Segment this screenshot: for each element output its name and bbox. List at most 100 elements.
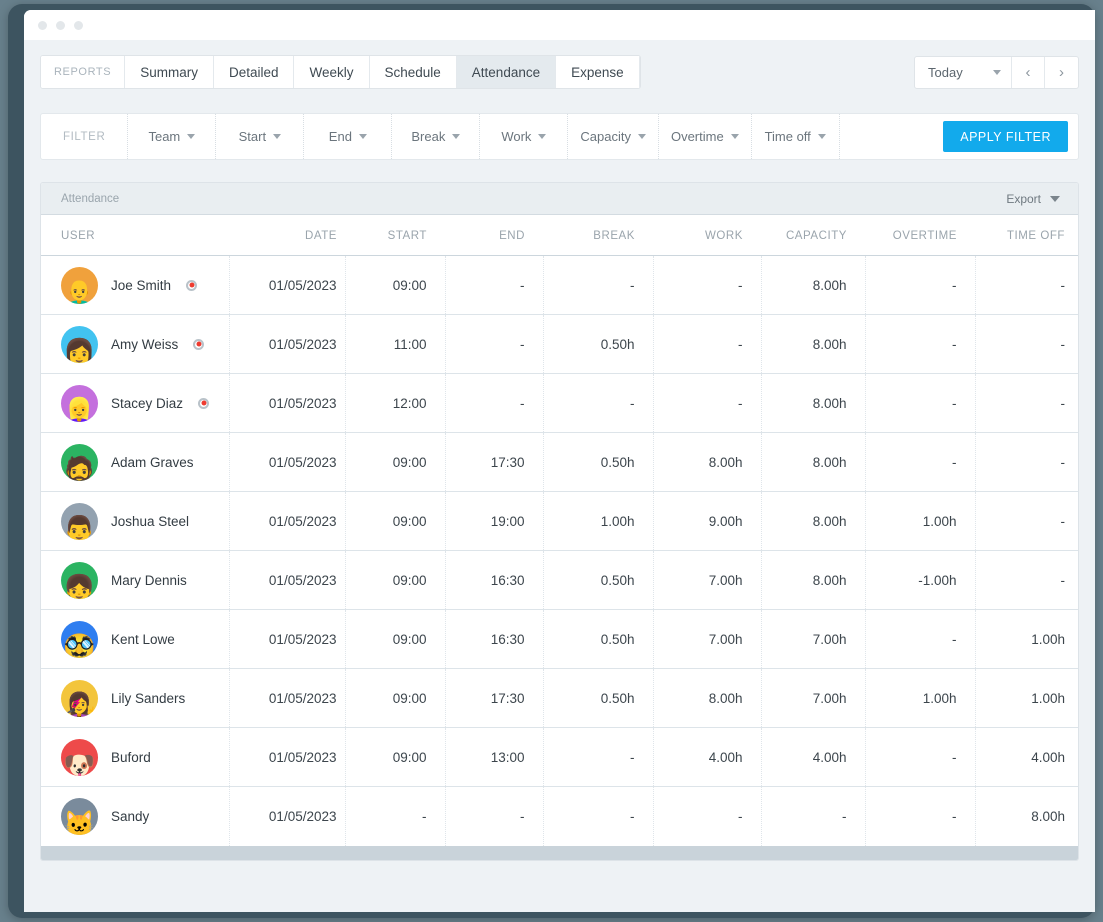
filter-overtime[interactable]: Overtime — [659, 114, 752, 159]
attendance-table: USER DATE START END BREAK WORK CAPACITY … — [41, 215, 1079, 846]
cell-capacity: 4.00h — [761, 728, 865, 787]
cell-user: 👩Amy Weiss — [41, 315, 229, 374]
table-row[interactable]: 👱‍♀️Stacey Diaz01/05/202312:00---8.00h-- — [41, 374, 1079, 433]
tab-expense[interactable]: Expense — [556, 56, 640, 88]
cell-start: 12:00 — [345, 374, 445, 433]
cell-break: - — [543, 256, 653, 315]
chevron-down-icon — [273, 134, 281, 139]
cell-date: 01/05/2023 — [229, 610, 345, 669]
chevron-down-icon — [1050, 196, 1060, 202]
top-navigation: REPORTS SummaryDetailedWeeklyScheduleAtt… — [40, 54, 1079, 90]
cell-date: 01/05/2023 — [229, 787, 345, 846]
date-range-value: Today — [928, 65, 963, 80]
table-row[interactable]: 👩‍🎤Lily Sanders01/05/202309:0017:300.50h… — [41, 669, 1079, 728]
cell-end: 13:00 — [445, 728, 543, 787]
filter-item-label: Start — [239, 129, 266, 144]
chevron-down-icon — [818, 134, 826, 139]
filter-break[interactable]: Break — [392, 114, 480, 159]
chevron-down-icon — [731, 134, 739, 139]
cell-end: 17:30 — [445, 433, 543, 492]
table-row[interactable]: 👨Joshua Steel01/05/202309:0019:001.00h9.… — [41, 492, 1079, 551]
column-header-user: USER — [41, 215, 229, 256]
user-name: Mary Dennis — [111, 573, 187, 588]
cell-work: 7.00h — [653, 610, 761, 669]
column-header-break: BREAK — [543, 215, 653, 256]
avatar: 🥸 — [61, 621, 98, 658]
filter-end[interactable]: End — [304, 114, 392, 159]
apply-filter-button[interactable]: APPLY FILTER — [943, 121, 1068, 152]
table-row[interactable]: 🥸Kent Lowe01/05/202309:0016:300.50h7.00h… — [41, 610, 1079, 669]
cell-user: 👨‍🦲Joe Smith — [41, 256, 229, 315]
window-titlebar — [24, 10, 1095, 40]
cell-start: 09:00 — [345, 256, 445, 315]
cell-capacity: - — [761, 787, 865, 846]
tab-schedule[interactable]: Schedule — [370, 56, 457, 88]
tab-summary[interactable]: Summary — [125, 56, 214, 88]
cell-capacity: 7.00h — [761, 669, 865, 728]
cell-capacity: 8.00h — [761, 256, 865, 315]
filter-item-label: Break — [411, 129, 445, 144]
window-minimize-dot[interactable] — [56, 21, 65, 30]
filter-start[interactable]: Start — [216, 114, 304, 159]
user-cell: 👨Joshua Steel — [61, 503, 229, 540]
table-row[interactable]: 🧔Adam Graves01/05/202309:0017:300.50h8.0… — [41, 433, 1079, 492]
cell-overtime: - — [865, 256, 975, 315]
cell-end: - — [445, 787, 543, 846]
cell-user: 🥸Kent Lowe — [41, 610, 229, 669]
user-name: Adam Graves — [111, 455, 194, 470]
cell-end: 19:00 — [445, 492, 543, 551]
cell-start: 09:00 — [345, 551, 445, 610]
table-row[interactable]: 👧Mary Dennis01/05/202309:0016:300.50h7.0… — [41, 551, 1079, 610]
filter-capacity[interactable]: Capacity — [568, 114, 659, 159]
user-name: Joshua Steel — [111, 514, 189, 529]
cell-overtime: -1.00h — [865, 551, 975, 610]
cell-date: 01/05/2023 — [229, 551, 345, 610]
cell-break: 0.50h — [543, 315, 653, 374]
filter-work[interactable]: Work — [480, 114, 568, 159]
cell-time-off: - — [975, 315, 1079, 374]
user-cell: 🐱Sandy — [61, 798, 229, 835]
user-cell: 👧Mary Dennis — [61, 562, 229, 599]
cell-time-off: - — [975, 374, 1079, 433]
browser-window: REPORTS SummaryDetailedWeeklyScheduleAtt… — [24, 10, 1095, 912]
window-close-dot[interactable] — [38, 21, 47, 30]
filter-label: FILTER — [41, 114, 128, 159]
tab-detailed[interactable]: Detailed — [214, 56, 295, 88]
window-maximize-dot[interactable] — [74, 21, 83, 30]
table-row[interactable]: 👨‍🦲Joe Smith01/05/202309:00---8.00h-- — [41, 256, 1079, 315]
user-cell: 🧔Adam Graves — [61, 444, 229, 481]
report-tabs: REPORTS SummaryDetailedWeeklyScheduleAtt… — [40, 55, 641, 89]
tab-attendance[interactable]: Attendance — [457, 56, 556, 88]
cell-break: - — [543, 787, 653, 846]
prev-period-button[interactable]: ‹ — [1012, 57, 1045, 88]
filter-team[interactable]: Team — [128, 114, 216, 159]
export-dropdown[interactable]: Export — [1006, 192, 1060, 206]
cell-break: 1.00h — [543, 492, 653, 551]
cell-time-off: 1.00h — [975, 610, 1079, 669]
cell-user: 🧔Adam Graves — [41, 433, 229, 492]
next-period-button[interactable]: › — [1045, 57, 1078, 88]
filter-time-off[interactable]: Time off — [752, 114, 840, 159]
chevron-down-icon — [538, 134, 546, 139]
date-range-select[interactable]: Today — [915, 57, 1012, 88]
chevron-down-icon — [452, 134, 460, 139]
user-name: Stacey Diaz — [111, 396, 183, 411]
filter-spacer — [840, 114, 944, 159]
reports-label: REPORTS — [41, 56, 125, 88]
cell-user: 🐱Sandy — [41, 787, 229, 846]
cell-work: 9.00h — [653, 492, 761, 551]
avatar: 👱‍♀️ — [61, 385, 98, 422]
tab-weekly[interactable]: Weekly — [294, 56, 369, 88]
cell-user: 🐶Buford — [41, 728, 229, 787]
card-footer-scrollbar[interactable] — [41, 846, 1078, 860]
table-row[interactable]: 🐱Sandy01/05/2023------8.00h — [41, 787, 1079, 846]
avatar: 👩 — [61, 326, 98, 363]
cell-time-off: - — [975, 433, 1079, 492]
cell-overtime: - — [865, 315, 975, 374]
cell-capacity: 8.00h — [761, 374, 865, 433]
table-row[interactable]: 🐶Buford01/05/202309:0013:00-4.00h4.00h-4… — [41, 728, 1079, 787]
cell-overtime: - — [865, 374, 975, 433]
cell-overtime: - — [865, 728, 975, 787]
table-row[interactable]: 👩Amy Weiss01/05/202311:00-0.50h-8.00h-- — [41, 315, 1079, 374]
cell-date: 01/05/2023 — [229, 433, 345, 492]
